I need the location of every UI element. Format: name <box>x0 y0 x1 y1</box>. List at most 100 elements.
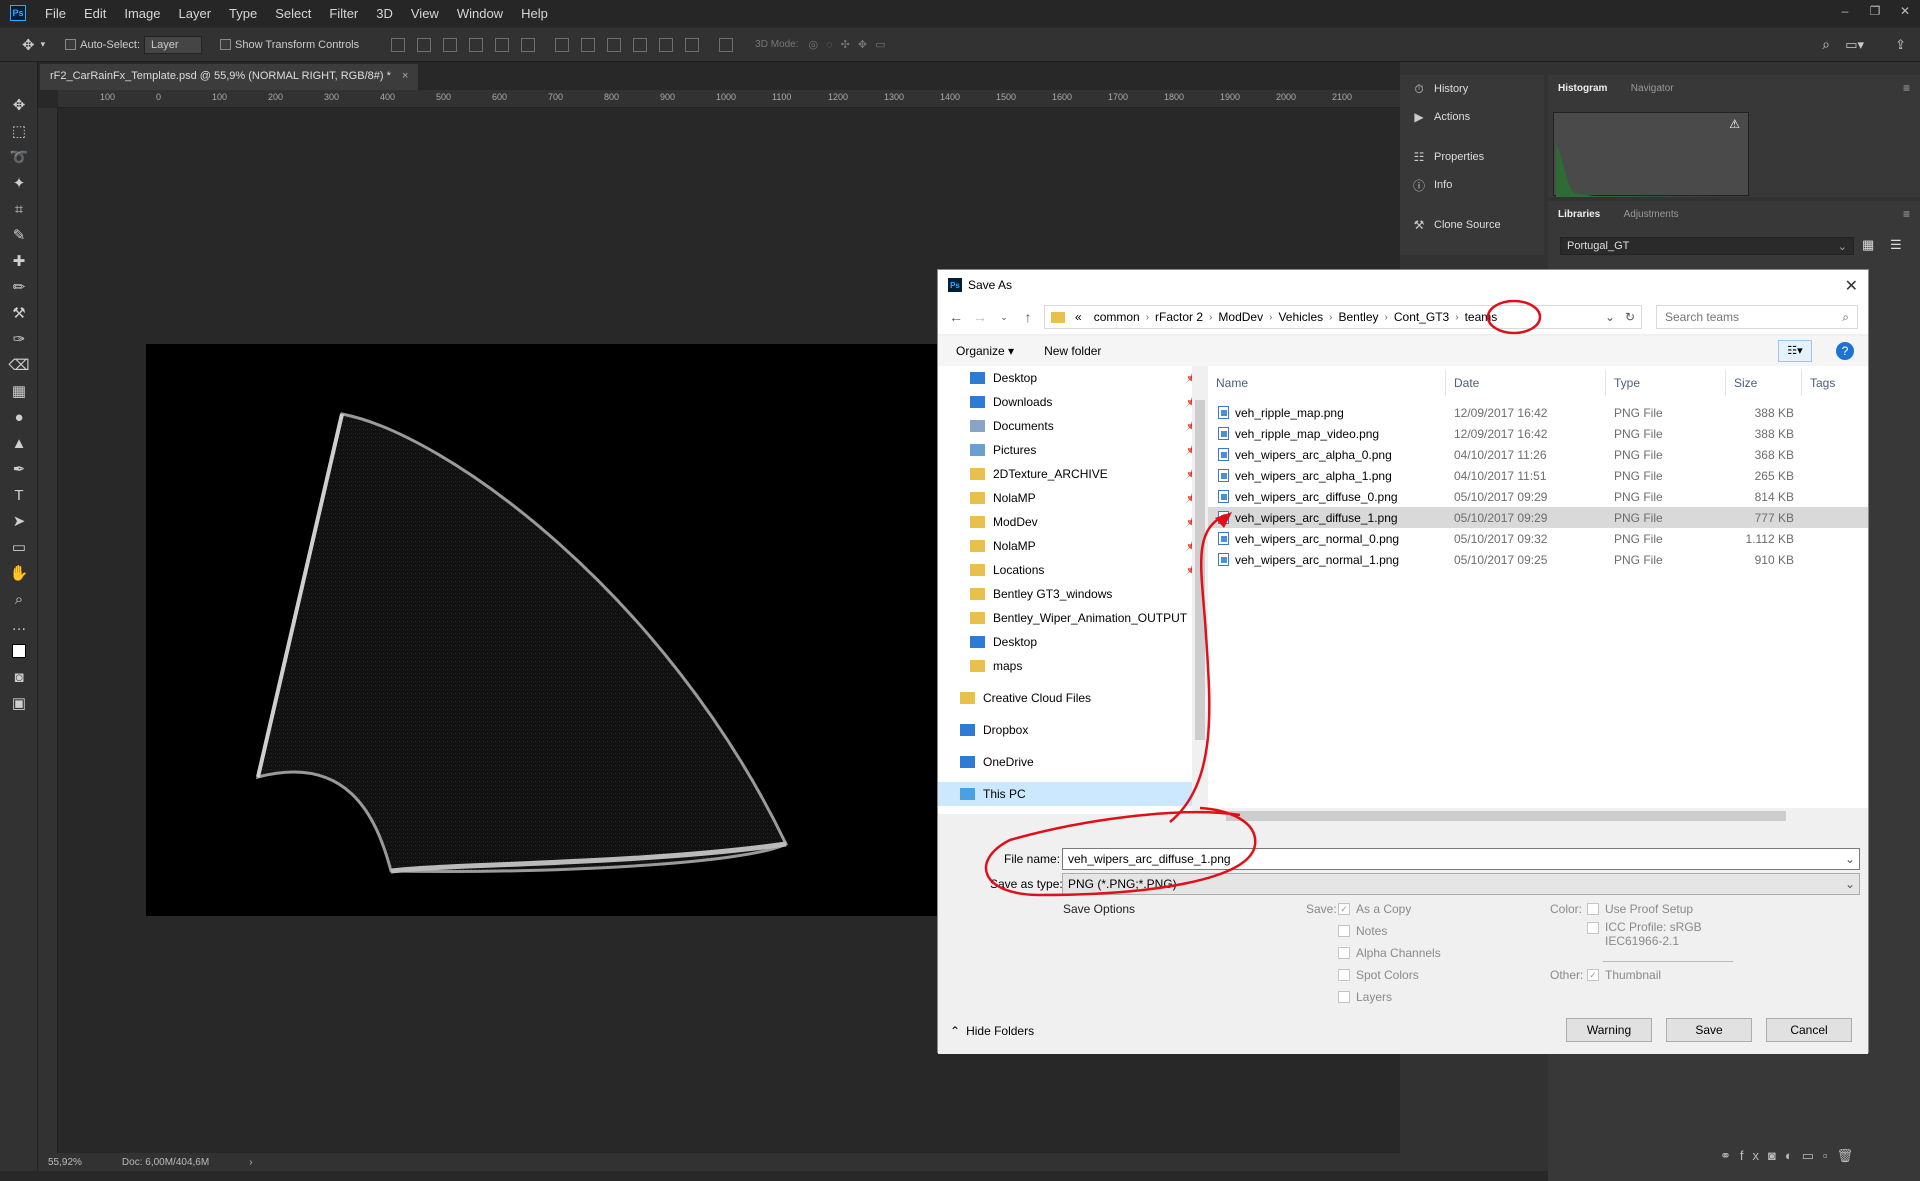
save-option-checkbox[interactable]: Notes <box>1338 920 1441 942</box>
align-hcenter-icon[interactable] <box>495 37 510 52</box>
menu-item-filter[interactable]: Filter <box>320 6 367 21</box>
save-option-checkbox[interactable]: Layers <box>1338 986 1441 1008</box>
chevron-down-icon[interactable]: ⌄ <box>1605 310 1615 324</box>
zoom-tool-icon[interactable]: ⌕ <box>0 586 38 612</box>
tab-adjustments[interactable]: Adjustments <box>1614 201 1689 228</box>
breadcrumb-item[interactable]: common <box>1088 310 1146 324</box>
minimize-button[interactable]: – <box>1830 0 1860 22</box>
column-type[interactable]: Type <box>1606 370 1726 396</box>
layers-bottom-icons[interactable]: ⚭fx◙◐▭▫🗑 <box>1720 1148 1862 1164</box>
auto-align-icon[interactable] <box>719 37 734 52</box>
align-bottom-icon[interactable] <box>443 37 458 52</box>
menu-item-file[interactable]: File <box>36 6 75 21</box>
3d-mode-icons[interactable]: ◎◌✣✥▭ <box>809 38 894 51</box>
refresh-icon[interactable]: ↻ <box>1625 310 1635 324</box>
align-top-icon[interactable] <box>391 37 406 52</box>
menu-item-image[interactable]: Image <box>115 6 169 21</box>
quick-mask-icon[interactable]: ◙ <box>0 664 38 690</box>
nav-item[interactable]: Desktop <box>938 630 1207 654</box>
magic-wand-icon[interactable]: ✦ <box>0 170 38 196</box>
nav-root-item[interactable]: Creative Cloud Files <box>938 686 1207 710</box>
restore-button[interactable]: ❐ <box>1860 0 1890 22</box>
chevron-right-icon[interactable]: › <box>249 1157 252 1168</box>
breadcrumb-item[interactable]: Bentley <box>1332 310 1384 324</box>
more-tools-icon[interactable]: … <box>0 612 38 638</box>
pen-tool-icon[interactable]: ✒ <box>0 456 38 482</box>
panel-menu-icon[interactable]: ≡ <box>1903 81 1910 95</box>
file-row[interactable]: veh_wipers_arc_alpha_1.png 04/10/2017 11:… <box>1208 465 1868 486</box>
align-left-icon[interactable] <box>469 37 484 52</box>
address-bar[interactable]: «common › rFactor 2 › ModDev › Vehicles › Bentle… <box>1044 305 1642 329</box>
file-hscrollbar-thumb[interactable] <box>1226 811 1786 821</box>
history-brush-icon[interactable]: ✑ <box>0 326 38 352</box>
panel-menu-icon[interactable]: ≡ <box>1903 207 1910 221</box>
up-arrow-icon[interactable]: ↑ <box>1016 309 1040 325</box>
document-tab[interactable]: rF2_CarRainFx_Template.psd @ 55,9% (NORM… <box>40 64 419 90</box>
gradient-icon[interactable]: ▦ <box>0 378 38 404</box>
distribute-left-icon[interactable] <box>633 37 648 52</box>
forward-arrow-icon[interactable]: → <box>968 309 992 325</box>
clone-stamp-icon[interactable]: ⚒ <box>0 300 38 326</box>
workspace-icon[interactable]: ▭▾ <box>1845 37 1864 53</box>
tab-libraries[interactable]: Libraries <box>1548 201 1610 228</box>
tab-histogram[interactable]: Histogram <box>1548 75 1617 102</box>
breadcrumb-item[interactable]: ModDev <box>1212 310 1269 324</box>
tab-navigator[interactable]: Navigator <box>1621 75 1684 102</box>
warning-icon[interactable]: ⚠ <box>1729 117 1740 131</box>
lasso-tool-icon[interactable]: ➰ <box>0 144 38 170</box>
close-dialog-button[interactable]: ✕ <box>1845 276 1858 296</box>
panel-clone-source[interactable]: ⚒ Clone Source <box>1400 211 1544 239</box>
save-option-checkbox[interactable]: Alpha Channels <box>1338 942 1441 964</box>
file-name-input[interactable]: veh_wipers_arc_diffuse_1.png ⌄ <box>1062 848 1860 870</box>
path-select-icon[interactable]: ➤ <box>0 508 38 534</box>
menu-item-select[interactable]: Select <box>266 6 320 21</box>
distribute-right-icon[interactable] <box>685 37 700 52</box>
menu-item-edit[interactable]: Edit <box>75 6 115 21</box>
nav-scrollbar-thumb[interactable] <box>1195 400 1205 740</box>
back-arrow-icon[interactable]: ← <box>944 309 968 325</box>
save-option-checkbox[interactable]: Spot Colors <box>1338 964 1441 986</box>
eraser-icon[interactable]: ⌫ <box>0 352 38 378</box>
recent-chevron-icon[interactable]: ⌄ <box>992 312 1016 323</box>
file-row[interactable]: veh_wipers_arc_diffuse_0.png 05/10/2017 0… <box>1208 486 1868 507</box>
use-proof-checkbox[interactable]: Use Proof Setup <box>1587 898 1693 920</box>
column-size[interactable]: Size <box>1726 370 1802 396</box>
nav-item[interactable]: maps <box>938 654 1207 678</box>
auto-select-dropdown[interactable]: Layer <box>144 35 203 54</box>
column-date[interactable]: Date <box>1446 370 1606 396</box>
panel-history[interactable]: ⏱ History <box>1400 75 1544 103</box>
organize-button[interactable]: Organize ▾ <box>956 344 1014 358</box>
nav-item[interactable]: Locations📌 <box>938 558 1207 582</box>
view-options-icon[interactable]: ☷▾ <box>1778 340 1812 362</box>
brush-tool-icon[interactable]: ✏ <box>0 274 38 300</box>
column-name[interactable]: Name <box>1208 370 1446 396</box>
nav-item[interactable]: Bentley_Wiper_Animation_OUTPUT <box>938 606 1207 630</box>
file-row[interactable]: veh_ripple_map.png 12/09/2017 16:42 PNG Fi… <box>1208 402 1868 423</box>
panel-properties[interactable]: ☷ Properties <box>1400 143 1544 171</box>
menu-item-help[interactable]: Help <box>512 6 557 21</box>
icc-profile-checkbox[interactable]: ICC Profile: sRGB IEC61966-2.1 <box>1587 920 1702 948</box>
nav-item[interactable]: NolaMP📌 <box>938 486 1207 510</box>
grid-view-icon[interactable]: ▦ <box>1862 237 1874 253</box>
chevron-down-icon[interactable]: ⌄ <box>1845 852 1855 866</box>
screen-mode-icon[interactable]: ▣ <box>0 690 38 716</box>
search-icon[interactable]: ⌕ <box>1822 36 1830 53</box>
nav-item[interactable]: Bentley GT3_windows <box>938 582 1207 606</box>
marquee-tool-icon[interactable]: ⬚ <box>0 118 38 144</box>
list-view-icon[interactable]: ☰ <box>1890 237 1902 253</box>
new-folder-button[interactable]: New folder <box>1044 344 1101 358</box>
help-icon[interactable]: ? <box>1836 342 1854 360</box>
nav-item[interactable]: Downloads📌 <box>938 390 1207 414</box>
search-input[interactable]: Search teams ⌕ <box>1656 305 1858 329</box>
menu-item-layer[interactable]: Layer <box>170 6 221 21</box>
distribute-vcenter-icon[interactable] <box>581 37 596 52</box>
save-type-select[interactable]: PNG (*.PNG;*.PNG) ⌄ <box>1062 873 1860 895</box>
menu-item-3d[interactable]: 3D <box>367 6 402 21</box>
nav-item[interactable]: ModDev📌 <box>938 510 1207 534</box>
share-icon[interactable]: ⇪ <box>1895 37 1906 53</box>
menu-item-type[interactable]: Type <box>220 6 266 21</box>
nav-root-item[interactable]: OneDrive <box>938 750 1207 774</box>
thumbnail-checkbox[interactable]: ✓ Thumbnail <box>1587 964 1661 986</box>
dodge-tool-icon[interactable]: ▲ <box>0 430 38 456</box>
hand-tool-icon[interactable]: ✋ <box>0 560 38 586</box>
